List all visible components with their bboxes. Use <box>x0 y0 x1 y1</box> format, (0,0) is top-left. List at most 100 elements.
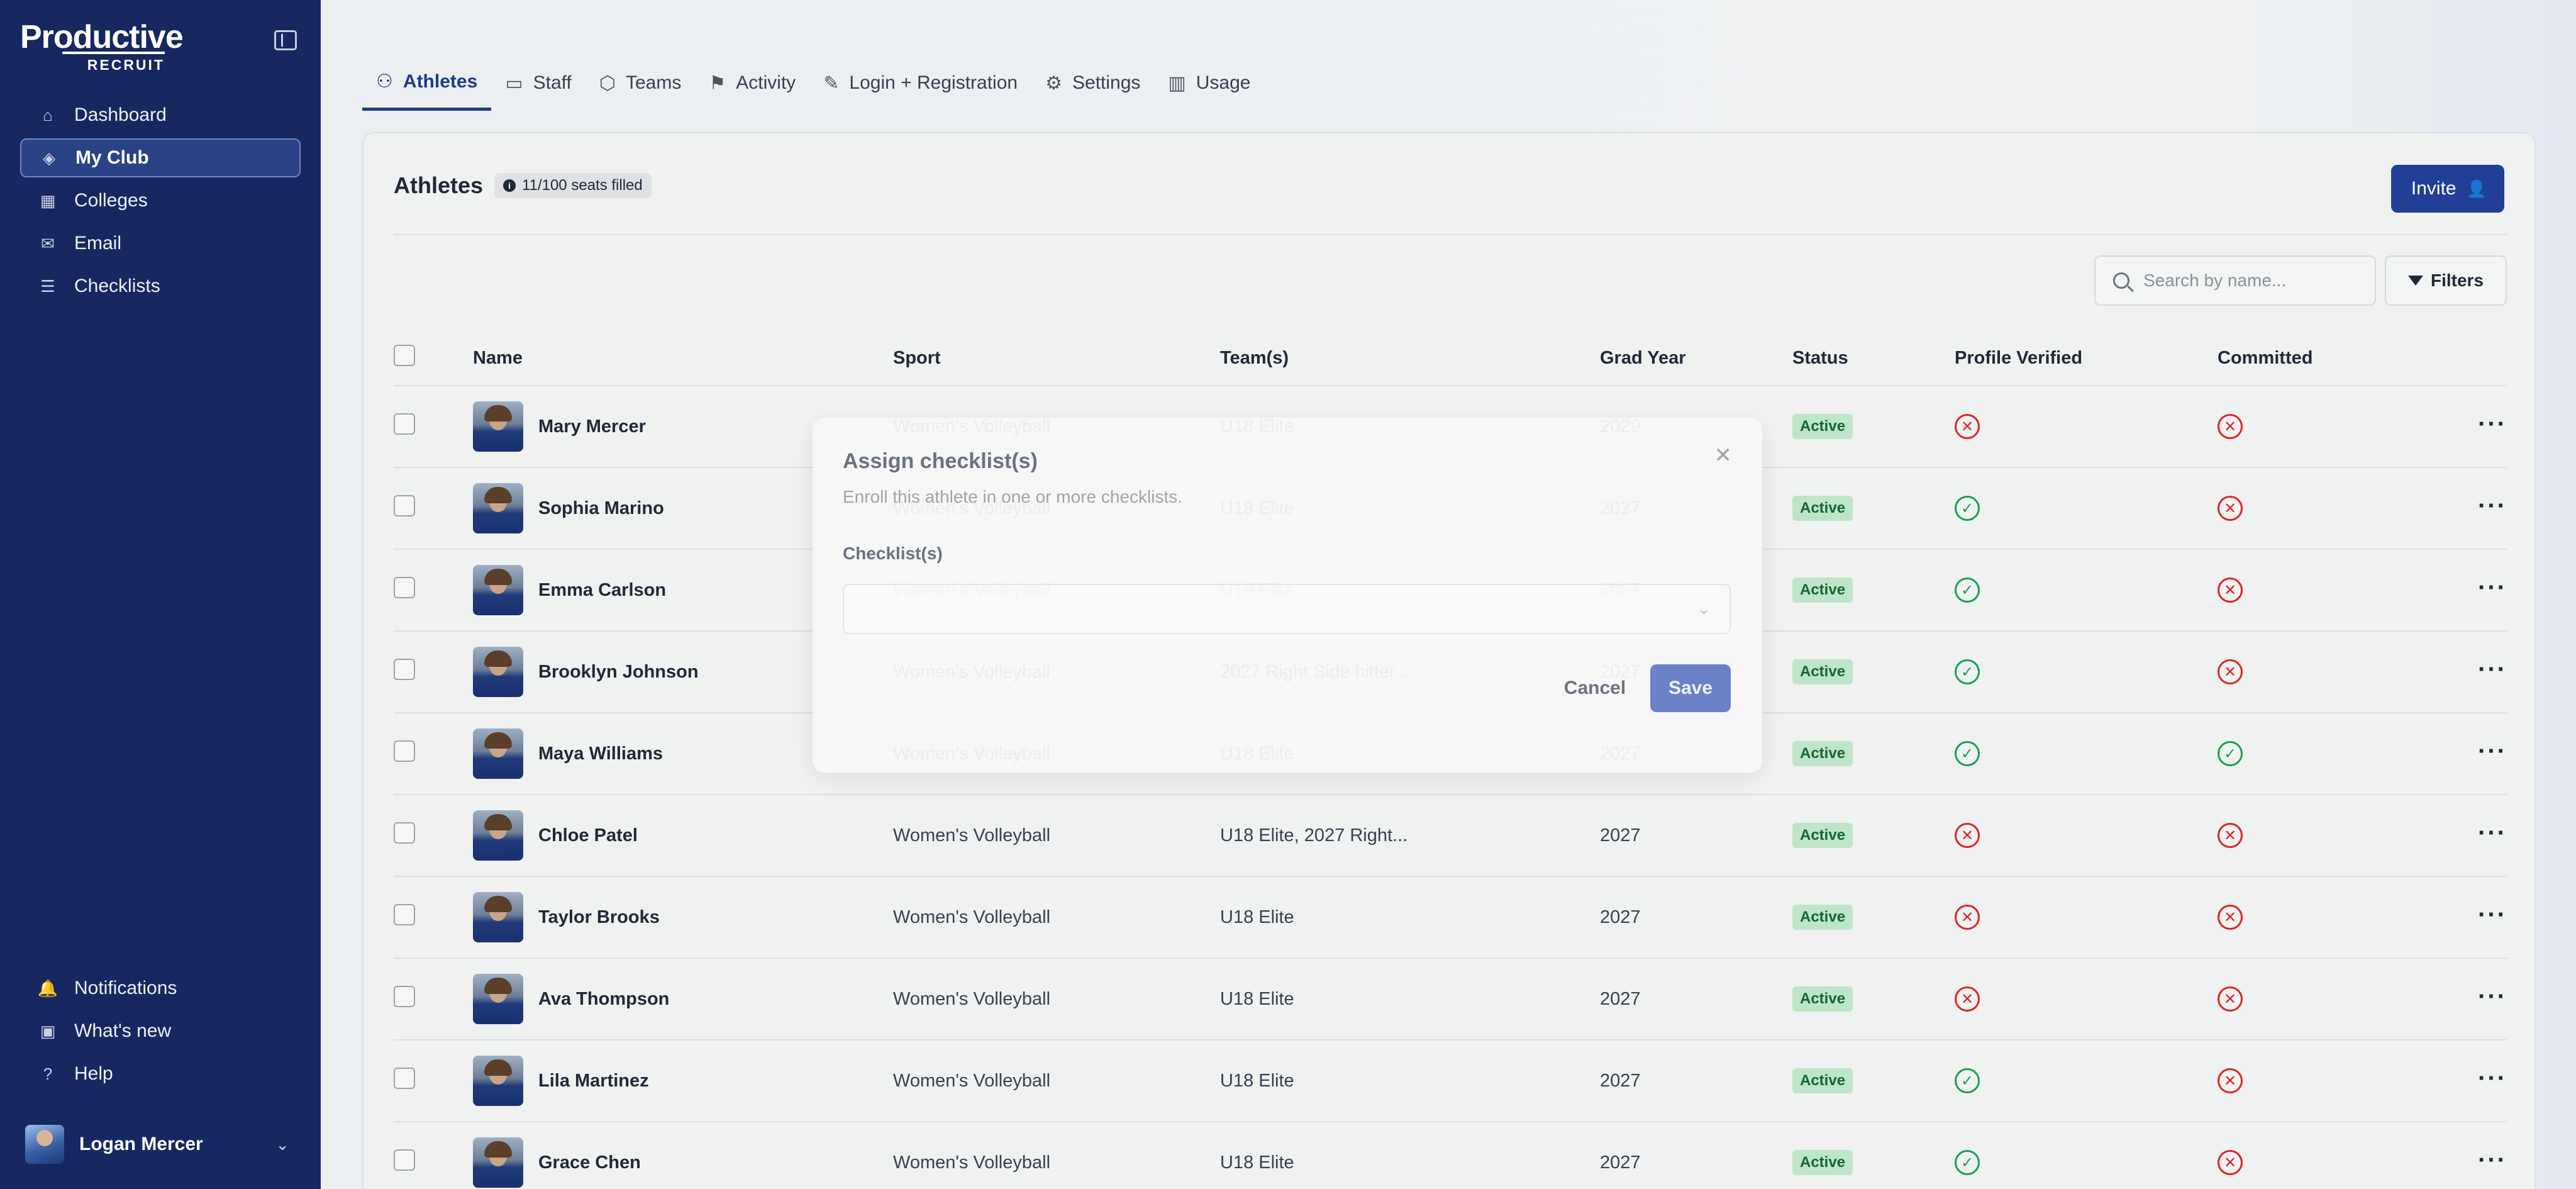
row-actions-cell: ··· <box>2431 575 2507 601</box>
checklist-select[interactable]: ⌄ <box>843 584 1731 634</box>
athlete-name-cell[interactable]: Chloe Patel <box>473 810 893 861</box>
row-checkbox[interactable] <box>394 495 415 516</box>
row-checkbox[interactable] <box>394 577 415 598</box>
athlete-name-cell[interactable]: Taylor Brooks <box>473 892 893 942</box>
row-select-cell <box>394 740 473 767</box>
committed-cell: ✓ <box>2218 741 2431 766</box>
athlete-avatar <box>473 974 523 1024</box>
more-options-icon[interactable]: ··· <box>2478 901 2507 929</box>
table-row[interactable]: Grace Chen Women's Volleyball U18 Elite 202… <box>394 1122 2507 1189</box>
sidebar-item-what-s-new[interactable]: ▣ What's new <box>20 1012 301 1051</box>
tab-label: Usage <box>1196 72 1251 93</box>
row-checkbox[interactable] <box>394 904 415 925</box>
table-row[interactable]: Chloe Patel Women's Volleyball U18 Elite, … <box>394 795 2507 877</box>
x-circle-icon: ✕ <box>2218 496 2243 521</box>
athlete-name-cell[interactable]: Ava Thompson <box>473 974 893 1024</box>
more-options-icon[interactable]: ··· <box>2478 1146 2507 1174</box>
athlete-grad-year: 2027 <box>1600 907 1641 927</box>
athlete-sport: Women's Volleyball <box>893 825 1051 846</box>
more-options-icon[interactable]: ··· <box>2478 819 2507 847</box>
row-checkbox[interactable] <box>394 659 415 680</box>
sidebar-item-checklists[interactable]: ☰ Checklists <box>20 267 301 306</box>
tab-athletes[interactable]: ⚇ Athletes <box>362 55 492 111</box>
row-checkbox[interactable] <box>394 822 415 844</box>
close-icon[interactable]: ✕ <box>1714 443 1733 468</box>
more-options-icon[interactable]: ··· <box>2478 492 2507 520</box>
athlete-name: Maya Williams <box>538 743 663 764</box>
user-menu[interactable]: Logan Mercer ⌄ <box>25 1124 289 1165</box>
row-select-cell <box>394 1068 473 1094</box>
status-cell: Active <box>1792 414 1955 439</box>
tab-teams[interactable]: ⬡ Teams <box>586 55 696 111</box>
column-header-status[interactable]: Status <box>1792 348 1955 369</box>
brand-logo[interactable]: Productive RECRUIT <box>20 20 184 73</box>
sidebar-item-notifications[interactable]: 🔔 Notifications <box>20 969 301 1008</box>
profile-verified-cell: ✓ <box>1955 741 2218 766</box>
status-badge: Active <box>1792 496 1853 521</box>
filters-button[interactable]: Filters <box>2385 255 2507 306</box>
building-icon: ▦ <box>40 191 56 210</box>
table-row[interactable]: Lila Martinez Women's Volleyball U18 Elite… <box>394 1041 2507 1122</box>
more-options-icon[interactable]: ··· <box>2478 656 2507 683</box>
x-circle-icon: ✕ <box>2218 414 2243 439</box>
sidebar-item-help[interactable]: ? Help <box>20 1054 301 1093</box>
table-row[interactable]: Ava Thompson Women's Volleyball U18 Elite 2… <box>394 959 2507 1041</box>
x-circle-icon: ✕ <box>2218 823 2243 848</box>
tab-label: Login + Registration <box>849 72 1018 93</box>
tab-staff[interactable]: ▭ Staff <box>491 55 586 111</box>
tab-usage[interactable]: ▥ Usage <box>1154 55 1264 111</box>
chevron-down-icon: ⌄ <box>275 1134 289 1154</box>
invite-button[interactable]: Invite 👤 <box>2390 165 2504 213</box>
row-checkbox[interactable] <box>394 1068 415 1089</box>
save-button[interactable]: Save <box>1650 664 1731 712</box>
sidebar-item-dashboard[interactable]: ⌂ Dashboard <box>20 96 301 135</box>
athlete-name: Sophia Marino <box>538 498 664 518</box>
athletes-tab-icon: ⚇ <box>376 71 393 92</box>
profile-verified-cell: ✓ <box>1955 496 2218 521</box>
cancel-button[interactable]: Cancel <box>1557 664 1633 712</box>
column-header-sport[interactable]: Sport <box>893 348 1220 369</box>
row-checkbox[interactable] <box>394 986 415 1007</box>
table-row[interactable]: Taylor Brooks Women's Volleyball U18 Elite… <box>394 877 2507 959</box>
more-options-icon[interactable]: ··· <box>2478 737 2507 765</box>
tab-activity[interactable]: ⚑ Activity <box>695 55 809 111</box>
column-header-grad-year[interactable]: Grad Year <box>1600 348 1792 369</box>
sidebar-item-email[interactable]: ✉ Email <box>20 224 301 263</box>
row-select-cell <box>394 659 473 685</box>
more-options-icon[interactable]: ··· <box>2478 410 2507 438</box>
x-circle-icon: ✕ <box>2218 1068 2243 1093</box>
column-header-name[interactable]: Name <box>473 348 893 369</box>
athlete-name-cell[interactable]: Grace Chen <box>473 1137 893 1188</box>
user-name: Logan Mercer <box>79 1134 203 1154</box>
sidebar-item-my-club[interactable]: ◈ My Club <box>20 138 301 177</box>
column-header-team-s[interactable]: Team(s) <box>1220 348 1600 369</box>
column-header-committed[interactable]: Committed <box>2218 348 2431 369</box>
more-options-icon[interactable]: ··· <box>2478 1064 2507 1092</box>
column-header-profile-verified[interactable]: Profile Verified <box>1955 348 2218 369</box>
row-checkbox[interactable] <box>394 740 415 762</box>
sidebar-collapse-icon[interactable] <box>274 30 297 50</box>
tab-label: Activity <box>736 72 796 93</box>
athlete-name-cell[interactable]: Lila Martinez <box>473 1056 893 1106</box>
more-options-icon[interactable]: ··· <box>2478 983 2507 1010</box>
profile-verified-cell: ✕ <box>1955 986 2218 1012</box>
search-input[interactable] <box>2143 271 2357 291</box>
shield-icon: ◈ <box>43 148 55 167</box>
profile-verified-cell: ✓ <box>1955 578 2218 603</box>
row-actions-cell: ··· <box>2431 411 2507 437</box>
committed-cell: ✕ <box>2218 905 2431 930</box>
profile-verified-cell: ✕ <box>1955 823 2218 848</box>
tab-settings[interactable]: ⚙ Settings <box>1031 55 1154 111</box>
row-checkbox[interactable] <box>394 1149 415 1171</box>
athlete-avatar <box>473 401 523 452</box>
sidebar-item-colleges[interactable]: ▦ Colleges <box>20 181 301 220</box>
row-checkbox[interactable] <box>394 413 415 435</box>
select-all-checkbox[interactable] <box>394 345 415 366</box>
more-options-icon[interactable]: ··· <box>2478 574 2507 601</box>
sidebar-item-label: Notifications <box>74 978 177 998</box>
tab-login-registration[interactable]: ✎ Login + Registration <box>809 55 1031 111</box>
athlete-avatar <box>473 565 523 615</box>
check-circle-icon: ✓ <box>2218 741 2243 766</box>
status-badge: Active <box>1792 823 1853 848</box>
usage-tab-icon: ▥ <box>1168 72 1186 94</box>
